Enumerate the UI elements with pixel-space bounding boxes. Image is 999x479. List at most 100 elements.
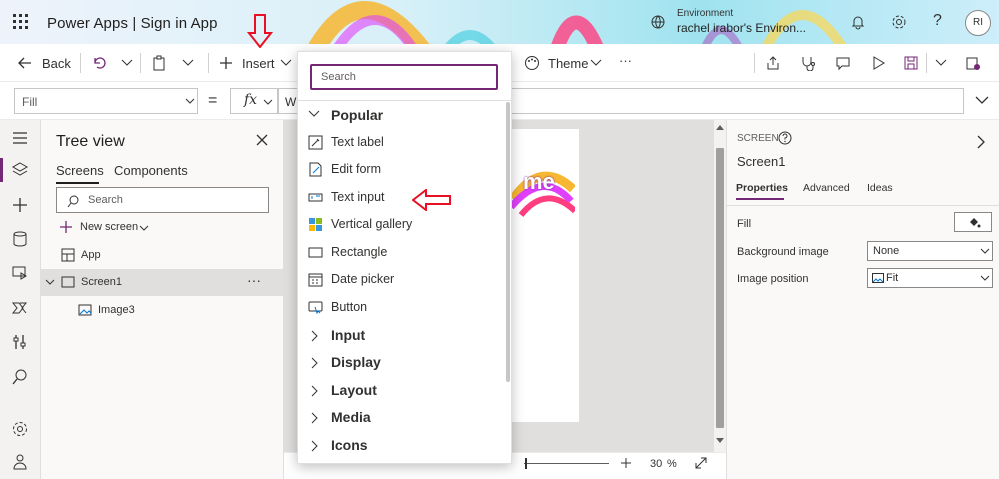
menu-scrollbar[interactable]: [505, 102, 511, 432]
fit-to-window-icon[interactable]: [694, 456, 708, 470]
left-rail: [0, 120, 41, 479]
menu-item-button[interactable]: Button: [298, 294, 504, 321]
menu-item-edit-form[interactable]: Edit form: [298, 156, 504, 183]
tree-item-app[interactable]: App: [41, 242, 284, 269]
plus-icon[interactable]: [218, 55, 234, 71]
category-display[interactable]: Display: [298, 349, 504, 376]
insert-button[interactable]: Insert: [242, 56, 275, 71]
tab-ideas[interactable]: Ideas: [867, 182, 893, 194]
tree-item-image3[interactable]: Image3: [41, 297, 284, 324]
power-automate-icon[interactable]: [11, 299, 29, 317]
app-icon: [61, 248, 75, 262]
image3-preview[interactable]: me: [511, 159, 575, 219]
tab-components[interactable]: Components: [114, 163, 188, 178]
avatar[interactable]: RI: [965, 10, 991, 36]
function-button[interactable]: fx: [230, 88, 278, 114]
zoom-in-plus-icon[interactable]: [620, 457, 632, 469]
insert-search-input[interactable]: Search: [310, 64, 498, 90]
paste-icon[interactable]: [151, 55, 167, 71]
chevron-down-icon: [263, 99, 273, 105]
play-preview-icon[interactable]: [870, 55, 886, 71]
chevron-down-icon[interactable]: [935, 59, 947, 67]
data-database-icon[interactable]: [11, 230, 29, 248]
menu-item-label: Vertical gallery: [331, 217, 413, 231]
back-arrow-icon[interactable]: [17, 55, 33, 71]
category-label: Layout: [331, 382, 377, 398]
menu-item-text-input[interactable]: Text input: [298, 184, 504, 211]
tree-view-layers-icon[interactable]: [11, 161, 29, 179]
tab-screens[interactable]: Screens: [56, 163, 104, 178]
category-icons[interactable]: Icons: [298, 432, 504, 459]
environment-name[interactable]: rachel irabor's Environ...: [677, 21, 806, 35]
settings-gear-icon[interactable]: [891, 14, 907, 30]
virtual-agent-icon[interactable]: [11, 453, 29, 471]
more-options-button[interactable]: ···: [619, 53, 632, 68]
category-popular[interactable]: Popular: [298, 102, 504, 129]
image-position-dropdown[interactable]: Fit: [867, 268, 993, 288]
background-image-dropdown[interactable]: None: [867, 241, 993, 261]
menu-item-date-picker[interactable]: Date picker: [298, 266, 504, 293]
search-placeholder: Search: [321, 71, 356, 83]
chevron-down-icon[interactable]: [121, 59, 133, 67]
vertical-gallery-icon: [309, 218, 322, 231]
save-icon[interactable]: [903, 55, 919, 71]
menu-item-rectangle[interactable]: Rectangle: [298, 239, 504, 266]
app-checker-stethoscope-icon[interactable]: [800, 55, 816, 71]
expand-formula-chevron-icon[interactable]: [975, 96, 989, 105]
back-button[interactable]: Back: [42, 56, 71, 71]
menu-item-vertical-gallery[interactable]: Vertical gallery: [298, 211, 504, 238]
canvas-vertical-scrollbar[interactable]: [714, 120, 726, 452]
scrollbar-thumb[interactable]: [716, 148, 724, 428]
app-launcher-icon[interactable]: [12, 13, 30, 31]
close-icon[interactable]: [255, 133, 269, 147]
menu-item-text-label[interactable]: Text label: [298, 129, 504, 156]
selected-screen-name: Screen1: [737, 154, 786, 169]
theme-palette-icon[interactable]: [524, 55, 540, 71]
media-icon[interactable]: [11, 264, 29, 282]
scroll-down-arrow-icon[interactable]: [716, 438, 724, 444]
chevron-right-icon[interactable]: [977, 135, 986, 149]
category-layout[interactable]: Layout: [298, 377, 504, 404]
category-label: Media: [331, 409, 371, 425]
theme-button[interactable]: Theme: [548, 56, 588, 71]
zoom-slider-thumb[interactable]: [525, 458, 527, 469]
comments-icon[interactable]: [835, 55, 851, 71]
chevron-down-icon[interactable]: [280, 59, 292, 67]
chevron-down-icon[interactable]: [590, 59, 602, 67]
tab-advanced[interactable]: Advanced: [803, 182, 850, 194]
screen-preview[interactable]: me: [511, 129, 579, 422]
insert-plus-icon[interactable]: [11, 196, 29, 214]
chevron-down-icon[interactable]: [182, 59, 194, 67]
plus-icon: [60, 221, 72, 233]
notification-bell-icon[interactable]: [850, 14, 866, 30]
new-screen-button[interactable]: New screen: [41, 214, 284, 241]
property-dropdown[interactable]: Fill: [14, 88, 198, 114]
tree-item-screen1[interactable]: Screen1 ···: [41, 269, 284, 296]
zoom-slider[interactable]: [524, 463, 609, 464]
publish-icon[interactable]: [965, 55, 981, 71]
tab-properties[interactable]: Properties: [736, 182, 788, 194]
advanced-tools-icon[interactable]: [11, 333, 29, 351]
tree-item-label: Image3: [98, 304, 135, 316]
search-icon[interactable]: [11, 368, 29, 386]
property-value: Fill: [22, 95, 38, 109]
category-input[interactable]: Input: [298, 322, 504, 349]
help-circle-icon[interactable]: [778, 131, 792, 145]
chevron-down-icon: [980, 248, 990, 254]
image-text: me: [523, 169, 555, 194]
hamburger-menu-icon[interactable]: [11, 129, 29, 147]
tree-search-input[interactable]: Search: [56, 187, 269, 213]
share-icon[interactable]: [765, 55, 781, 71]
scrollbar-thumb[interactable]: [506, 102, 510, 382]
settings-gear-icon[interactable]: [11, 420, 29, 438]
zoom-unit: %: [667, 458, 677, 470]
divider: [754, 53, 755, 73]
undo-icon[interactable]: [91, 55, 107, 71]
category-media[interactable]: Media: [298, 404, 504, 431]
help-icon[interactable]: ?: [933, 12, 942, 30]
chevron-down-icon: [139, 225, 149, 231]
fill-color-picker[interactable]: [954, 212, 992, 232]
image-icon: [78, 304, 92, 316]
scroll-up-arrow-icon[interactable]: [716, 124, 724, 130]
more-options-button[interactable]: ···: [247, 272, 261, 288]
